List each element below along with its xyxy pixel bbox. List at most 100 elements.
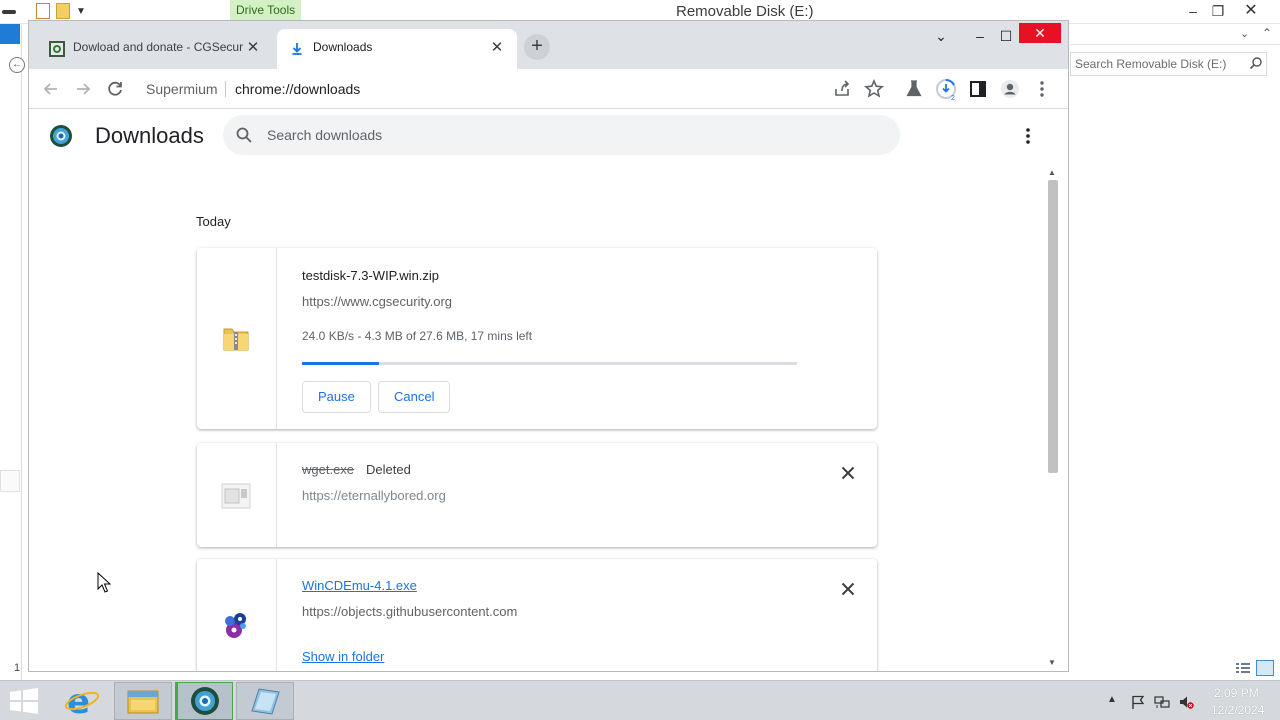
file-icon-column — [197, 559, 277, 671]
explorer-close-button[interactable]: ✕ — [1236, 2, 1266, 20]
file-icon-column — [197, 248, 277, 429]
taskbar-app[interactable] — [236, 682, 294, 720]
url-text[interactable]: chrome://downloads — [235, 81, 360, 97]
reload-icon[interactable] — [103, 77, 127, 101]
ribbon-file-tab[interactable] — [0, 24, 20, 44]
page-title: Downloads — [95, 123, 204, 148]
profile-avatar-icon[interactable] — [998, 77, 1022, 101]
taskbar: e ▲ 2:09 PM 12/2/2024 — [0, 680, 1280, 720]
scroll-up-arrow-icon[interactable]: ▲ — [1048, 168, 1056, 177]
scroll-down-arrow-icon[interactable]: ▼ — [1048, 658, 1056, 667]
back-arrow-icon[interactable] — [39, 77, 63, 101]
file-name-link[interactable]: WinCDEmu-4.1.exe — [302, 578, 417, 593]
labs-flask-icon[interactable] — [902, 77, 926, 101]
drive-tools-tab[interactable]: Drive Tools — [230, 0, 302, 20]
taskbar-internet-explorer[interactable]: e — [53, 682, 111, 720]
explorer-restore-button[interactable]: ❐ — [1203, 2, 1233, 20]
supermium-icon — [191, 687, 219, 715]
close-tab-icon[interactable]: ✕ — [243, 38, 263, 58]
taskbar-file-explorer[interactable] — [114, 682, 172, 720]
page-scrollbar[interactable]: ▲ ▼ — [1046, 168, 1060, 671]
remove-from-list-icon[interactable] — [836, 577, 860, 601]
customize-quick-access-icon[interactable]: ▼ — [76, 6, 86, 17]
zip-folder-icon — [223, 328, 249, 351]
download-progress-bar — [302, 362, 797, 365]
explorer-title: Removable Disk (E:) — [676, 3, 814, 20]
scrollbar-thumb[interactable] — [1048, 180, 1058, 473]
item-count: 1 — [14, 662, 21, 674]
back-arrow-icon[interactable]: ← — [9, 57, 25, 73]
bookmark-star-icon[interactable] — [862, 77, 886, 101]
pause-button[interactable]: Pause — [302, 381, 371, 413]
windows-start-icon[interactable] — [9, 688, 39, 714]
volume-muted-icon[interactable] — [1178, 694, 1194, 710]
address-bar[interactable]: Supermium chrome://downloads — [137, 73, 855, 105]
browser-toolbar: Supermium chrome://downloads 2 — [29, 69, 1068, 109]
omnibox-divider — [225, 81, 226, 97]
system-menu-icon[interactable] — [2, 10, 16, 14]
search-input[interactable] — [265, 120, 865, 150]
side-panel-icon[interactable] — [966, 77, 990, 101]
tab-title: Downloads — [313, 40, 373, 54]
folder-icon — [127, 690, 159, 714]
show-in-folder-link[interactable]: Show in folder — [302, 649, 384, 664]
new-tab-button[interactable]: + — [524, 34, 550, 60]
download-item: WinCDEmu-4.1.exe https://objects.githubu… — [197, 559, 877, 671]
new-folder-icon[interactable] — [56, 3, 70, 19]
clock-time[interactable]: 2:09 PM — [1214, 686, 1259, 700]
browser-close-button[interactable]: ✕ — [1019, 23, 1061, 43]
downloads-page: Downloads ▲ ▼ Today testdisk-7.3-WIP.win… — [29, 110, 1068, 671]
downloads-search-box[interactable] — [223, 115, 900, 155]
forward-arrow-icon[interactable] — [71, 77, 95, 101]
cgsecurity-favicon-icon — [49, 41, 65, 57]
mouse-cursor-icon — [97, 572, 111, 593]
expand-ribbon-icon[interactable]: ⌃ — [1262, 26, 1272, 40]
browser-minimize-button[interactable]: – — [966, 27, 994, 45]
properties-icon[interactable] — [36, 3, 50, 19]
download-item: testdisk-7.3-WIP.win.zip https://www.cgs… — [197, 248, 877, 429]
action-center-flag-icon[interactable] — [1130, 694, 1146, 710]
more-actions-icon[interactable] — [1018, 124, 1038, 148]
file-name: wget.exe — [302, 462, 355, 477]
explorer-search-box[interactable]: Search Removable Disk (E:) — [1070, 52, 1267, 76]
tab-downloads[interactable]: Downloads ✕ — [277, 29, 517, 69]
download-item: wget.exe Deleted https://eternallybored.… — [197, 443, 877, 547]
details-view-icon[interactable] — [1235, 661, 1251, 675]
deleted-status-tag: Deleted — [366, 462, 411, 477]
remove-from-list-icon[interactable] — [836, 461, 860, 485]
taskbar-supermium[interactable] — [175, 682, 233, 720]
show-hidden-icons-icon[interactable]: ▲ — [1107, 694, 1123, 710]
source-url[interactable]: https://eternallybored.org — [302, 488, 446, 503]
chevron-down-icon[interactable]: ⌄ — [1240, 27, 1249, 40]
internet-explorer-icon: e — [64, 682, 100, 720]
tab-title: Dowload and donate - CGSecurity — [73, 40, 243, 54]
explorer-search-placeholder: Search Removable Disk (E:) — [1075, 57, 1227, 71]
browser-menu-icon[interactable] — [1030, 77, 1054, 101]
cancel-button[interactable]: Cancel — [378, 381, 451, 413]
download-status: 24.0 KB/s - 4.3 MB of 27.6 MB, 17 mins l… — [302, 329, 533, 343]
clock-date[interactable]: 12/2/2024 — [1211, 703, 1264, 717]
tab-cgsecurity[interactable]: Dowload and donate - CGSecurity ✕ — [37, 29, 273, 69]
site-chip[interactable]: Supermium — [146, 81, 218, 97]
source-url[interactable]: https://objects.githubusercontent.com — [302, 604, 517, 619]
generic-file-icon — [221, 483, 251, 509]
download-icon — [292, 43, 302, 55]
wincdemu-icon — [225, 613, 246, 638]
file-icon-column — [197, 443, 277, 547]
navigation-pane — [0, 25, 22, 680]
nav-pane-item[interactable] — [0, 470, 20, 492]
search-icon — [1249, 57, 1262, 70]
browser-window: Dowload and donate - CGSecurity ✕ Downlo… — [28, 20, 1069, 672]
network-icon[interactable] — [1154, 694, 1170, 710]
downloads-count-badge: 2 — [951, 95, 955, 101]
large-icons-view-icon[interactable] — [1256, 660, 1274, 676]
tab-search-chevron-icon[interactable]: ⌄ — [927, 27, 955, 45]
close-tab-icon[interactable]: ✕ — [487, 38, 507, 58]
browser-maximize-button[interactable]: ☐ — [992, 27, 1020, 45]
date-group-label: Today — [196, 214, 231, 229]
downloads-header: Downloads — [29, 110, 1068, 162]
downloads-toolbar-icon[interactable]: 2 — [934, 77, 958, 101]
share-icon[interactable] — [830, 77, 854, 101]
source-url[interactable]: https://www.cgsecurity.org — [302, 294, 452, 309]
tab-strip: Dowload and donate - CGSecurity ✕ Downlo… — [29, 21, 1068, 69]
